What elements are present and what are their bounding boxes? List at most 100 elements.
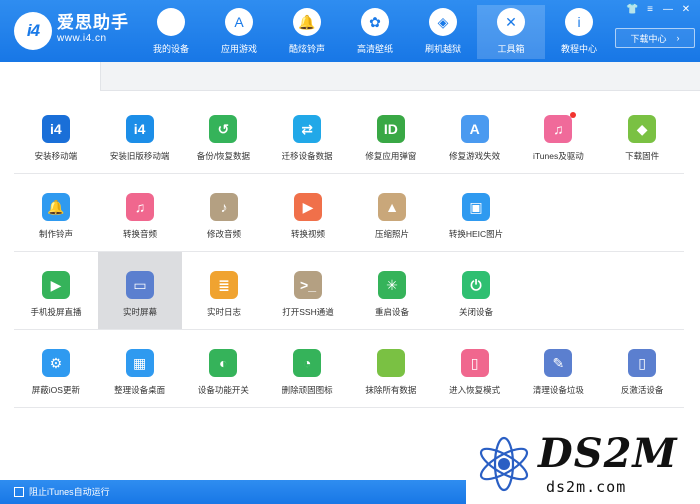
tool-button[interactable]: ◔ 删除顽固图标 [265,330,349,407]
reboot-icon: ✳ [378,271,406,299]
tool-button[interactable]: ◐ 设备功能开关 [182,330,266,407]
tool-label: 下载固件 [625,151,660,161]
app-name: 爱思助手 [57,13,129,32]
i4-legacy-app-icon: i4 [125,115,154,143]
chevron-right-icon: › [676,33,680,43]
recovery-mode-icon: ▯ [460,349,489,377]
tool-label: 安装旧版移动端 [109,151,170,161]
tool-button[interactable]: ▣ 转换HEIC图片 [434,174,518,251]
delete-icon-pie-icon: ◔ [293,349,322,377]
tool-button[interactable]: ▦ 整理设备桌面 [98,330,182,407]
app-logo: i4 [14,12,52,50]
app-logo-mark: i4 [26,21,40,40]
tool-button[interactable]: ♪ 修改音频 [182,174,266,251]
tool-label: 设备功能开关 [197,385,249,395]
live-log-icon: ≣ [210,271,238,299]
tool-button[interactable]: ⇄ 迁移设备数据 [265,96,349,173]
block-update-gear-icon: ⚙ [41,349,70,377]
tool-label: 实时屏幕 [122,307,157,317]
window-controls: 👕 ≡ — ✕ [626,4,692,16]
menu-icon[interactable]: ≡ [644,4,656,16]
tool-label: 修改音频 [206,229,241,239]
nav-item-label: 工具箱 [497,44,525,54]
tool-button[interactable]: ≣ 实时日志 [182,252,266,329]
nav-item-2[interactable]: 🔔 酷炫铃声 [273,5,341,59]
notification-dot [569,112,576,118]
desktop-grid-icon: ▦ [125,349,154,377]
tool-button[interactable]: >_ 打开SSH通道 [266,252,350,329]
tool-label: 整理设备桌面 [114,385,166,395]
app-store-icon: A [225,8,253,36]
tool-label: 抹除所有数据 [365,385,417,395]
erase-apple-icon [376,349,405,377]
tool-button[interactable]: ▶ 手机投屏直播 [14,252,98,329]
tool-label: 关闭设备 [458,307,493,317]
nav-item-6[interactable]: i 教程中心 [545,5,613,59]
tool-button[interactable]: ✎ 清理设备垃圾 [517,330,601,407]
nav-item-label: 我的设备 [152,44,189,54]
toolbox-grid: i4 安装移动端 i4 安装旧版移动端 ↺ 备份/恢复数据 ⇄ 迁移设备数据 ID 修复应用弹窗 A… [14,96,684,408]
tool-label: 重启设备 [374,307,409,317]
tool-button[interactable]: i4 安装旧版移动端 [98,96,182,173]
minimize-button[interactable]: — [662,4,674,16]
tool-button[interactable]: ♫ iTunes及驱动 [517,96,601,173]
tool-button[interactable]: ↺ 备份/恢复数据 [182,96,266,173]
firmware-cube-icon: ◆ [628,115,657,143]
audio-edit-icon: ♪ [210,193,238,221]
main-nav: 我的设备 A 应用游戏 🔔 酷炫铃声 ✿ 高清壁纸 ◈ 刷机越狱 ✕ 工具箱 i 教程中心 [137,0,613,62]
watermark-url: ds2m.com [546,478,627,496]
tool-button[interactable]: ⚙ 屏蔽iOS更新 [14,330,98,407]
tools-icon: ✕ [497,8,525,36]
tool-label: 打开SSH通道 [282,307,334,317]
itunes-icon: ♫ [544,115,573,143]
tool-button[interactable]: 抹除所有数据 [349,330,433,407]
watermark-title: DS2M [538,430,678,477]
tool-row: ⚙ 屏蔽iOS更新 ▦ 整理设备桌面 ◐ 设备功能开关 ◔ 删除顽固图标 抹除所有数据 ▯ 进入恢复… [14,330,684,408]
tool-button[interactable]: 🔔 制作铃声 [14,174,98,251]
deactivate-phone-icon: ▯ [628,349,657,377]
nav-item-4[interactable]: ◈ 刷机越狱 [409,5,477,59]
tool-button[interactable]: ▯ 反激活设备 [600,330,684,407]
tool-row: i4 安装移动端 i4 安装旧版移动端 ↺ 备份/恢复数据 ⇄ 迁移设备数据 ID 修复应用弹窗 A… [14,96,684,174]
tool-label: 转换视频 [290,229,325,239]
tool-button[interactable]: ▶ 转换视频 [266,174,350,251]
tab-strip [0,62,700,91]
nav-item-1[interactable]: A 应用游戏 [205,5,273,59]
tool-button[interactable]: ⏻ 关闭设备 [434,252,518,329]
top-bar: i4 爱思助手 www.i4.cn 我的设备 A 应用游戏 🔔 酷炫铃声 ✿ 高清壁纸 ◈ 刷机… [0,0,700,62]
app-repair-icon: A [460,115,489,143]
skin-icon[interactable]: 👕 [626,4,638,16]
nav-item-3[interactable]: ✿ 高清壁纸 [341,5,409,59]
itunes-block-label[interactable]: 阻止iTunes自动运行 [29,485,110,498]
apple-icon [157,8,185,36]
tool-row: 🔔 制作铃声 ♫ 转换音频 ♪ 修改音频 ▶ 转换视频 ▲ 压缩照片 ▣ 转换HEIC图片 [14,174,684,252]
nav-item-5[interactable]: ✕ 工具箱 [477,5,545,59]
tool-row: ▶ 手机投屏直播 ▭ 实时屏幕 ≣ 实时日志 >_ 打开SSH通道 ✳ 重启设备 ⏻ 关闭设备 [14,252,684,330]
i4-app-icon: i4 [41,115,70,143]
tool-button[interactable]: ID 修复应用弹窗 [349,96,433,173]
itunes-block-checkbox[interactable] [14,487,24,497]
tool-label: 进入恢复模式 [449,385,501,395]
photo-compress-icon: ▲ [378,193,406,221]
tool-label: 修复应用弹窗 [365,151,417,161]
tool-button[interactable]: ♫ 转换音频 [98,174,182,251]
tool-button[interactable]: ▲ 压缩照片 [350,174,434,251]
tool-button[interactable]: A 修复游戏失效 [433,96,517,173]
download-center-button[interactable]: 下载中心 › [615,28,695,48]
audio-convert-icon: ♫ [126,193,154,221]
info-icon: i [565,8,593,36]
tool-button[interactable]: ✳ 重启设备 [350,252,434,329]
power-icon: ⏻ [462,271,490,299]
tool-button[interactable]: ◆ 下载固件 [600,96,684,173]
app-branding: 爱思助手 www.i4.cn [57,14,129,46]
tool-button[interactable]: i4 安装移动端 [14,96,98,173]
tool-button[interactable]: ▯ 进入恢复模式 [433,330,517,407]
app-window: i4 爱思助手 www.i4.cn 我的设备 A 应用游戏 🔔 酷炫铃声 ✿ 高清壁纸 ◈ 刷机… [0,0,700,504]
tool-label: 清理设备垃圾 [532,385,584,395]
nav-item-label: 刷机越狱 [424,44,461,54]
tool-label: 手机投屏直播 [30,307,82,317]
close-button[interactable]: ✕ [680,4,692,16]
nav-item-0[interactable]: 我的设备 [137,5,205,59]
backup-clock-icon: ↺ [209,115,238,143]
tool-button[interactable]: ▭ 实时屏幕 [98,252,182,329]
